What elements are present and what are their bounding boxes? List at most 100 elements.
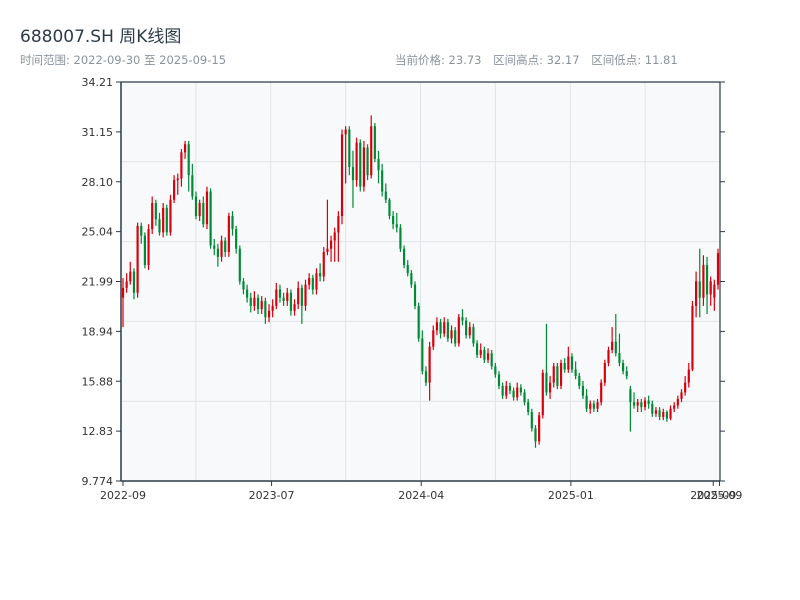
candle-body — [695, 281, 698, 306]
candle-body — [702, 265, 705, 298]
candle-body — [538, 415, 541, 442]
candle-body — [490, 353, 493, 367]
candle-body — [289, 292, 293, 311]
candle-body — [508, 385, 512, 391]
candle — [556, 363, 559, 390]
candle-body — [176, 178, 179, 181]
candle-body — [621, 363, 625, 372]
candle-body — [235, 229, 238, 249]
candle-body — [654, 410, 658, 414]
candle-body — [333, 232, 336, 241]
candle-body — [432, 330, 435, 347]
candle-body — [340, 134, 344, 217]
candle-body — [311, 278, 314, 290]
candle-body — [373, 126, 376, 159]
candle-body — [435, 322, 439, 331]
candle-body — [629, 389, 632, 403]
candle-body — [439, 322, 442, 334]
candle — [373, 122, 376, 163]
candle — [227, 212, 230, 257]
candle-body — [632, 402, 636, 406]
candle-body — [658, 410, 661, 417]
candle-body — [578, 376, 581, 386]
candle-body — [275, 289, 278, 306]
candle-body — [220, 240, 223, 257]
candle — [340, 129, 344, 225]
candle-body — [329, 240, 333, 249]
candle-body — [611, 341, 614, 350]
candle-body — [191, 175, 194, 197]
candle-body — [625, 371, 628, 377]
candle-body — [297, 287, 300, 305]
candle-body — [713, 284, 716, 298]
candle-body — [691, 305, 694, 370]
candle-body — [673, 405, 676, 409]
candle-body — [640, 402, 643, 408]
candle-body — [322, 251, 325, 277]
candle-body — [614, 341, 617, 354]
candle — [162, 202, 165, 238]
candle-body — [461, 317, 464, 321]
candle-body — [359, 142, 362, 187]
candle-body — [319, 273, 322, 277]
candle-body — [246, 289, 249, 298]
candle — [691, 300, 694, 372]
candle-body — [563, 363, 566, 370]
candle-body — [541, 372, 544, 416]
candle-body — [224, 240, 227, 252]
candle-body — [282, 297, 285, 301]
candle-body — [143, 235, 146, 266]
x-tick-label: 2023-07 — [249, 489, 295, 502]
candle — [559, 359, 563, 390]
candle-body — [446, 322, 449, 339]
candle-body — [162, 207, 165, 233]
candle-body — [574, 369, 577, 377]
candle-body — [596, 402, 599, 409]
candle-body — [643, 400, 647, 408]
candle-body — [505, 385, 508, 396]
candle-body — [534, 428, 537, 442]
candle-body — [662, 411, 665, 417]
candle-body — [384, 191, 387, 200]
y-tick-label: 31.15 — [82, 126, 114, 139]
y-tick-label: 15.88 — [82, 375, 114, 388]
candle-body — [530, 411, 533, 429]
candle-body — [421, 338, 424, 372]
candle — [603, 359, 606, 386]
candle — [530, 408, 533, 432]
candle-body — [344, 129, 347, 135]
candle-body — [636, 402, 639, 406]
candle-body — [377, 158, 380, 171]
candle-body — [523, 392, 526, 403]
candle — [205, 186, 209, 230]
candle-body — [559, 363, 563, 386]
candle-body — [512, 390, 515, 398]
candle-body — [140, 225, 143, 236]
candle-body — [278, 289, 282, 298]
candle-body — [501, 385, 504, 396]
candle-body — [154, 202, 157, 220]
candle-body — [497, 374, 501, 386]
candle-body — [249, 297, 252, 306]
candle-body — [698, 281, 701, 298]
candle-body — [213, 245, 216, 249]
x-tick-label: 2025-09 — [696, 489, 742, 502]
candle-body — [428, 346, 431, 383]
candle — [402, 245, 406, 269]
candle-body — [260, 300, 263, 310]
candle — [472, 323, 475, 347]
candle-body — [548, 382, 552, 393]
candle-body — [399, 227, 402, 249]
candle — [209, 188, 212, 249]
candle-body — [388, 199, 391, 217]
candle-body — [680, 392, 683, 399]
candle-body — [709, 281, 712, 295]
candle — [355, 137, 358, 187]
candle-body — [392, 216, 395, 225]
candle-body — [242, 281, 245, 290]
candle — [399, 224, 402, 252]
candle-body — [286, 292, 289, 301]
candle-body — [705, 265, 709, 295]
candle — [541, 369, 544, 419]
candle-body — [216, 248, 220, 257]
